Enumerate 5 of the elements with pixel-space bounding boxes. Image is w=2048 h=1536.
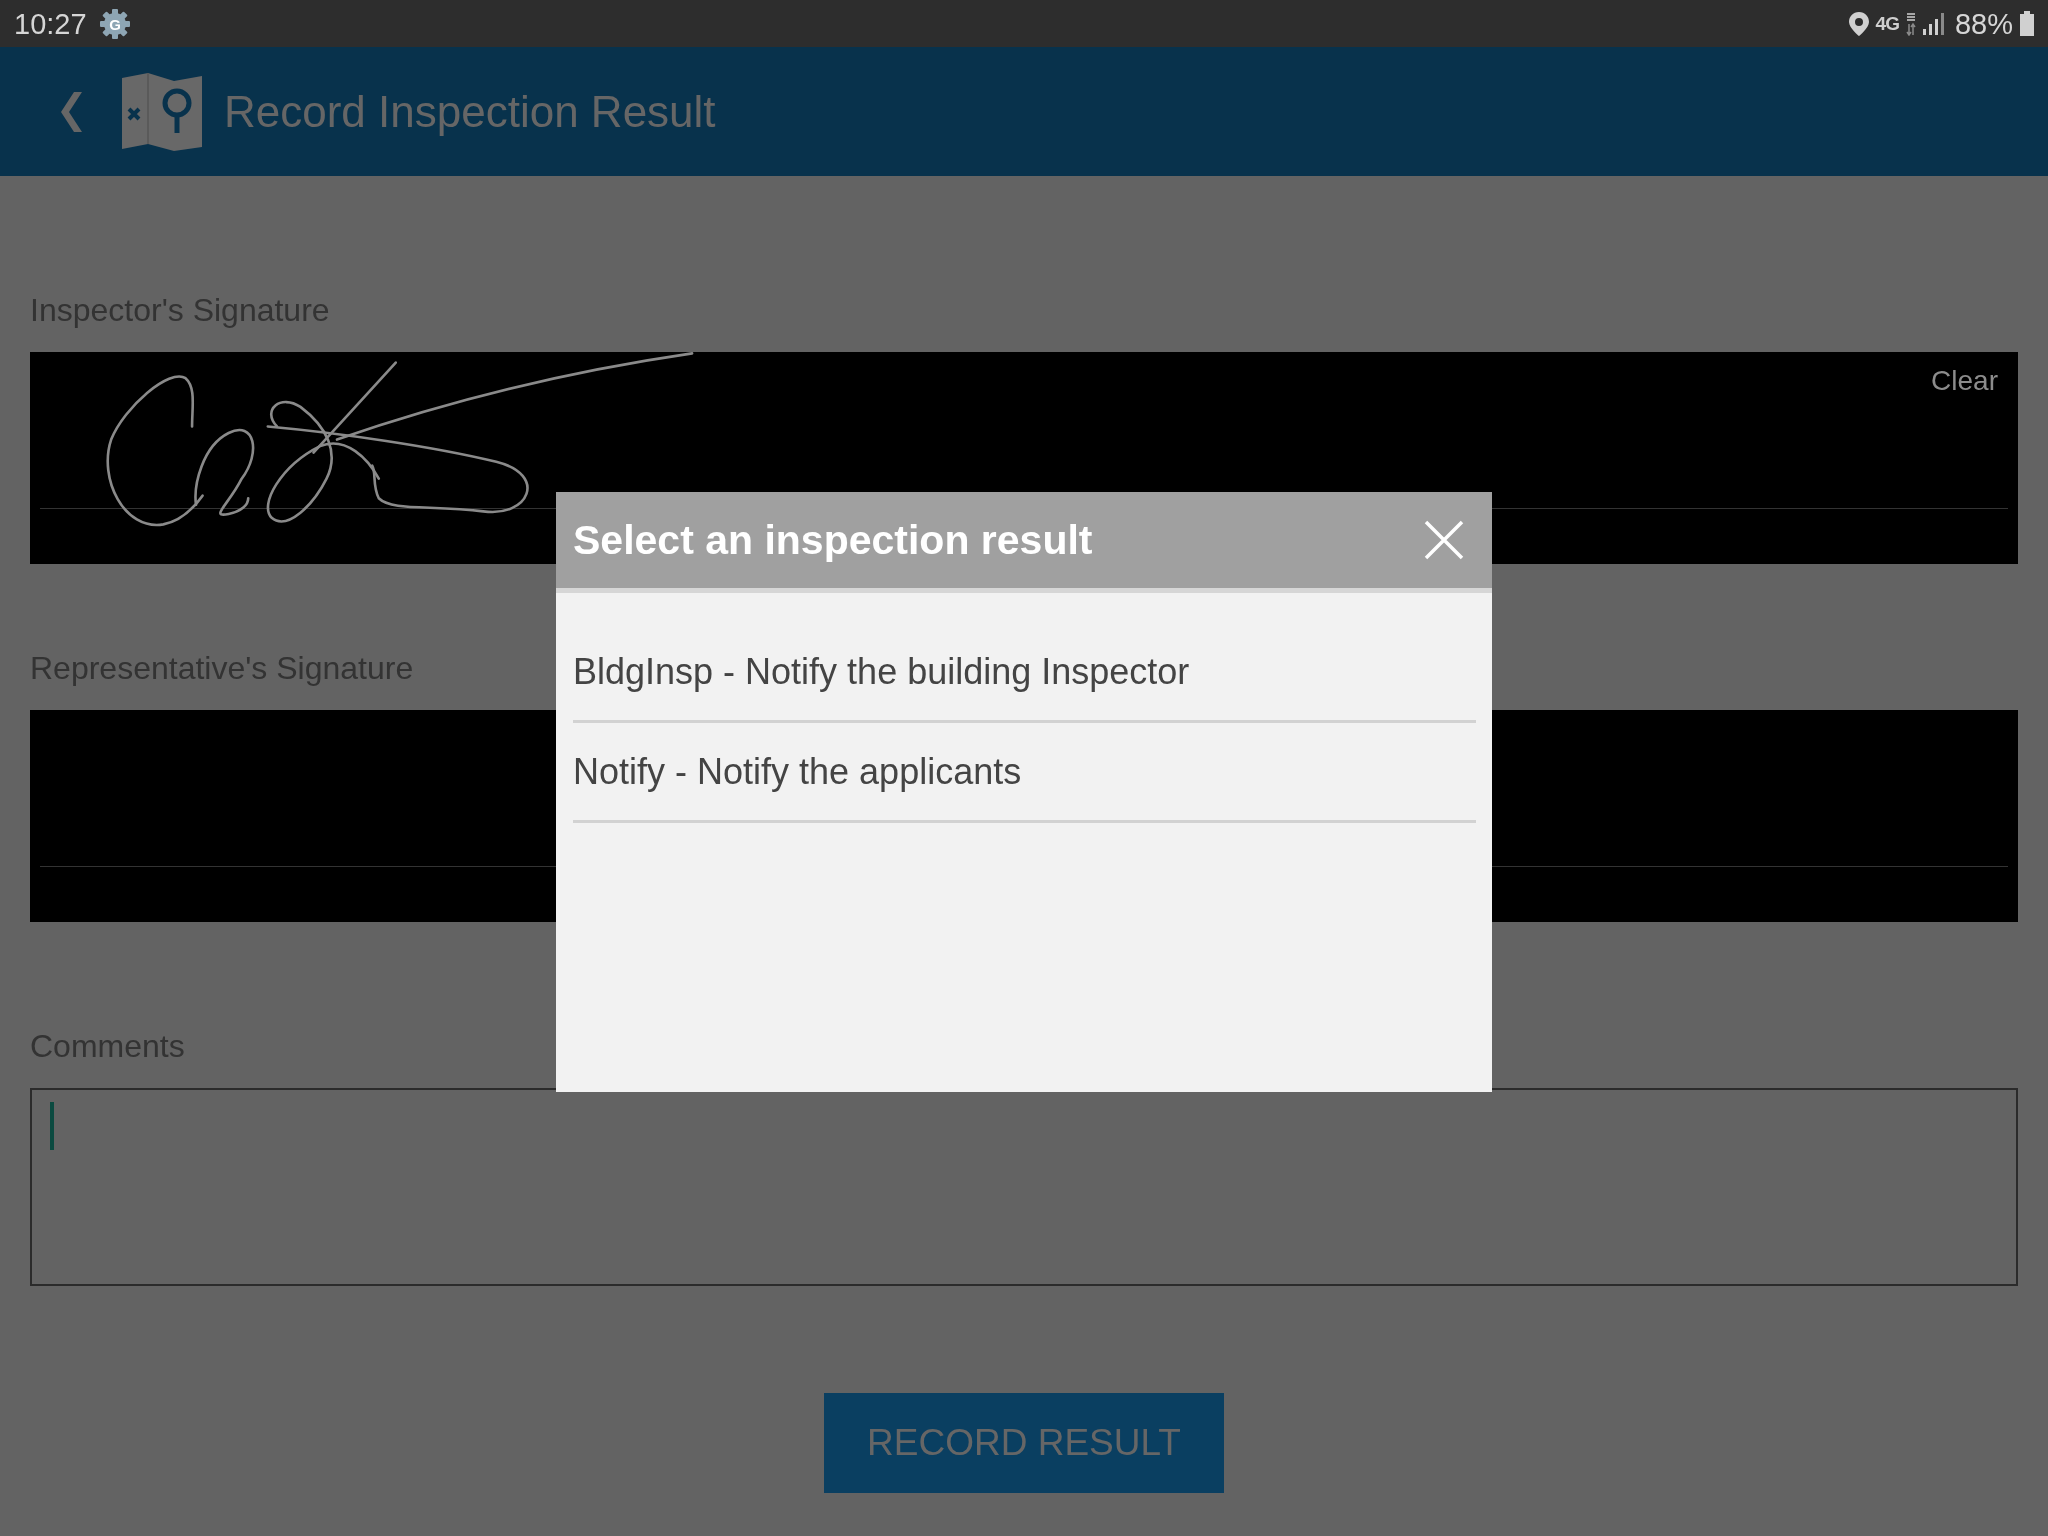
battery-percentage: 88%: [1954, 6, 2013, 41]
page-title: Record Inspection Result: [224, 85, 716, 138]
dialog-title: Select an inspection result: [573, 516, 1093, 564]
clock-time: 10:27: [14, 6, 87, 41]
network-type-label: 4G: [1875, 13, 1899, 34]
